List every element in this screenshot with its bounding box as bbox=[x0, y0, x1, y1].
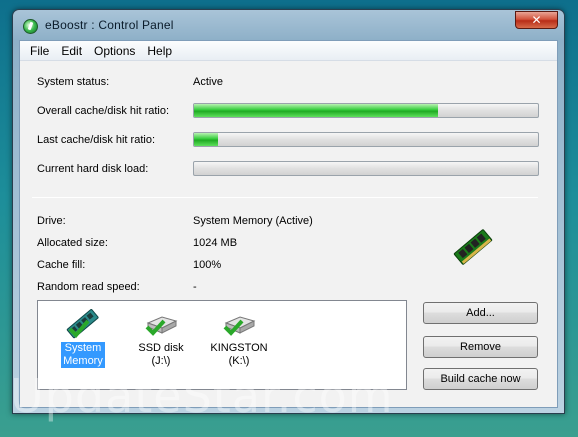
drive-value: System Memory (Active) bbox=[193, 215, 313, 227]
drive-label-ssd: SSD disk (J:\) bbox=[126, 342, 196, 368]
remove-button[interactable]: Remove bbox=[423, 336, 538, 358]
client-area: File Edit Options Help System status: Ac… bbox=[19, 40, 558, 408]
allocated-size-label: Allocated size: bbox=[37, 237, 108, 249]
overall-ratio-fill bbox=[194, 104, 439, 117]
title-bar[interactable]: eBoostr : Control Panel ✕ bbox=[13, 10, 564, 40]
cache-fill-value: 100% bbox=[193, 259, 222, 271]
ssd-icon bbox=[145, 316, 178, 336]
menu-edit[interactable]: Edit bbox=[55, 44, 88, 58]
random-read-label: Random read speed: bbox=[37, 281, 140, 293]
add-button[interactable]: Add... bbox=[423, 302, 538, 324]
menu-bar: File Edit Options Help bbox=[20, 41, 557, 61]
random-read-value: - bbox=[193, 281, 197, 293]
last-ratio-label: Last cache/disk hit ratio: bbox=[37, 134, 156, 146]
cache-fill-label: Cache fill: bbox=[37, 259, 86, 271]
drive-list[interactable]: System Memory SSD disk (J:\) KINGSTON (K… bbox=[37, 300, 407, 390]
drive-item-kingston[interactable]: KINGSTON (K:\) bbox=[204, 309, 274, 368]
control-panel-window: eBoostr : Control Panel ✕ File Edit Opti… bbox=[12, 9, 565, 414]
drive-item-ssd[interactable]: SSD disk (J:\) bbox=[126, 309, 196, 368]
drive-name-line1: SSD disk (J:\) bbox=[138, 342, 184, 367]
drive-label: Drive: bbox=[37, 215, 66, 227]
usb-drive-icon bbox=[223, 316, 256, 336]
disk-load-label: Current hard disk load: bbox=[37, 163, 149, 175]
disk-load-bar bbox=[193, 161, 539, 176]
drive-name-line2: (K:\) bbox=[228, 355, 250, 367]
system-status-label: System status: bbox=[37, 76, 110, 88]
section-divider bbox=[32, 197, 538, 198]
ram-module-icon bbox=[453, 229, 493, 265]
menu-options[interactable]: Options bbox=[88, 44, 141, 58]
last-ratio-bar bbox=[193, 132, 539, 147]
close-button[interactable]: ✕ bbox=[515, 11, 558, 29]
last-ratio-fill bbox=[194, 133, 219, 146]
menu-file[interactable]: File bbox=[24, 44, 55, 58]
build-cache-button[interactable]: Build cache now bbox=[423, 368, 538, 390]
menu-help[interactable]: Help bbox=[141, 44, 178, 58]
drive-label-system-memory: System Memory bbox=[61, 342, 105, 368]
allocated-size-value: 1024 MB bbox=[193, 237, 238, 249]
overall-ratio-bar bbox=[193, 103, 539, 118]
eboostr-app-icon bbox=[23, 19, 38, 34]
drive-name-line2: Memory bbox=[63, 355, 103, 367]
drive-item-system-memory[interactable]: System Memory bbox=[48, 309, 118, 368]
drive-label-kingston: KINGSTON (K:\) bbox=[208, 342, 269, 368]
system-status-value: Active bbox=[193, 76, 223, 88]
window-title: eBoostr : Control Panel bbox=[45, 18, 174, 32]
ram-icon bbox=[66, 309, 99, 339]
drive-name-line1: KINGSTON bbox=[210, 342, 268, 354]
drive-name-line1: System bbox=[64, 342, 102, 354]
overall-ratio-label: Overall cache/disk hit ratio: bbox=[37, 105, 170, 117]
